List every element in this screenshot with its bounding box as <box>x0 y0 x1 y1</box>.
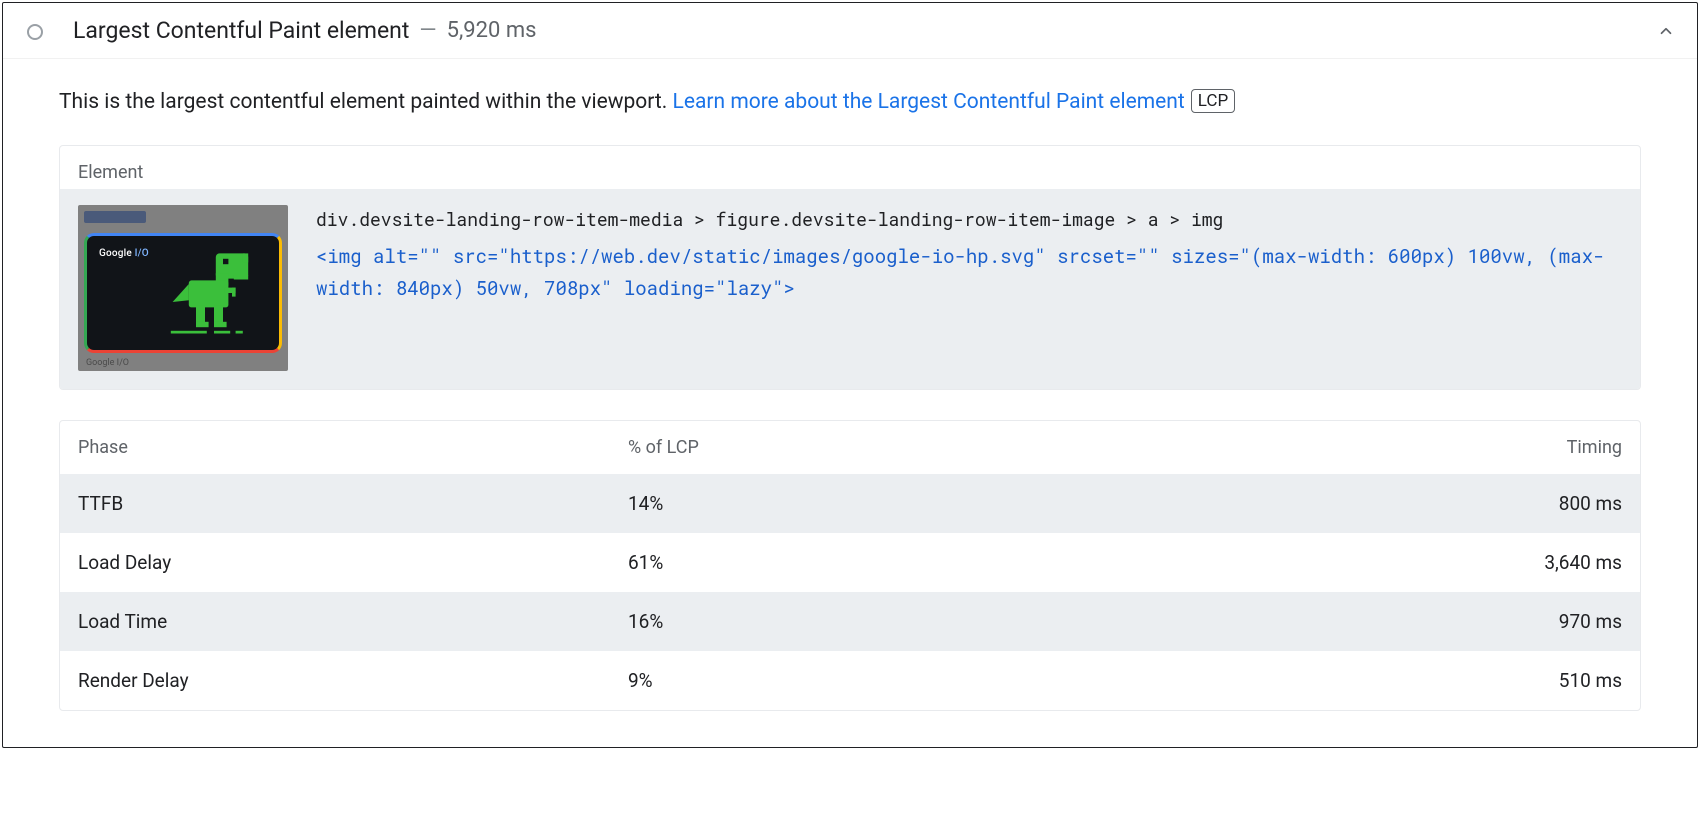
element-html-snippet: <img alt="" src="https://web.dev/static/… <box>316 241 1622 306</box>
cell-timing: 800 ms <box>1422 492 1622 515</box>
cell-timing: 3,640 ms <box>1422 551 1622 574</box>
col-header-phase: Phase <box>78 437 628 458</box>
phase-table: Phase % of LCP Timing TTFB 14% 800 ms Lo… <box>59 420 1641 711</box>
thumb-caption: Google I/O <box>84 353 282 369</box>
dino-icon <box>169 248 259 338</box>
description-text: This is the largest contentful element p… <box>59 90 673 114</box>
cell-phase: Load Time <box>78 610 628 633</box>
cell-timing: 510 ms <box>1422 669 1622 692</box>
audit-title: Largest Contentful Paint element <box>73 17 409 44</box>
cell-phase: Render Delay <box>78 669 628 692</box>
learn-more-link[interactable]: Learn more about the Largest Contentful … <box>673 90 1185 114</box>
table-row: TTFB 14% 800 ms <box>60 474 1640 533</box>
table-row: Load Time 16% 970 ms <box>60 592 1640 651</box>
cell-phase: Load Delay <box>78 551 628 574</box>
element-details: div.devsite-landing-row-item-media > fig… <box>316 205 1622 306</box>
audit-body: This is the largest contentful element p… <box>3 59 1697 747</box>
thumb-logo-google: Google <box>99 248 135 259</box>
cell-phase: TTFB <box>78 492 628 515</box>
thumb-header-button <box>84 211 146 223</box>
table-row: Load Delay 61% 3,640 ms <box>60 533 1640 592</box>
audit-panel: Largest Contentful Paint element — 5,920… <box>2 2 1698 748</box>
element-card-body: Google I/O <box>60 189 1640 389</box>
title-separator: — <box>419 18 436 43</box>
thumb-card: Google I/O <box>84 233 282 353</box>
thumb-logo-io: I/O <box>135 248 149 259</box>
col-header-pct: % of LCP <box>628 437 1422 458</box>
status-indicator-icon <box>27 24 43 40</box>
chevron-up-icon[interactable] <box>1655 20 1677 42</box>
phase-table-header: Phase % of LCP Timing <box>60 421 1640 474</box>
thumb-logo: Google I/O <box>99 248 149 259</box>
cell-pct: 16% <box>628 610 1422 633</box>
cell-pct: 14% <box>628 492 1422 515</box>
element-thumbnail: Google I/O <box>78 205 288 371</box>
audit-description: This is the largest contentful element p… <box>59 87 1641 119</box>
table-row: Render Delay 9% 510 ms <box>60 651 1640 710</box>
element-card: Element Google I/O <box>59 145 1641 390</box>
lcp-badge: LCP <box>1191 89 1235 113</box>
element-card-header: Element <box>60 146 1640 189</box>
element-selector-path: div.devsite-landing-row-item-media > fig… <box>316 207 1622 231</box>
audit-timing: 5,920 ms <box>447 18 537 43</box>
cell-pct: 61% <box>628 551 1422 574</box>
col-header-timing: Timing <box>1422 437 1622 458</box>
cell-timing: 970 ms <box>1422 610 1622 633</box>
audit-header[interactable]: Largest Contentful Paint element — 5,920… <box>3 3 1697 59</box>
cell-pct: 9% <box>628 669 1422 692</box>
